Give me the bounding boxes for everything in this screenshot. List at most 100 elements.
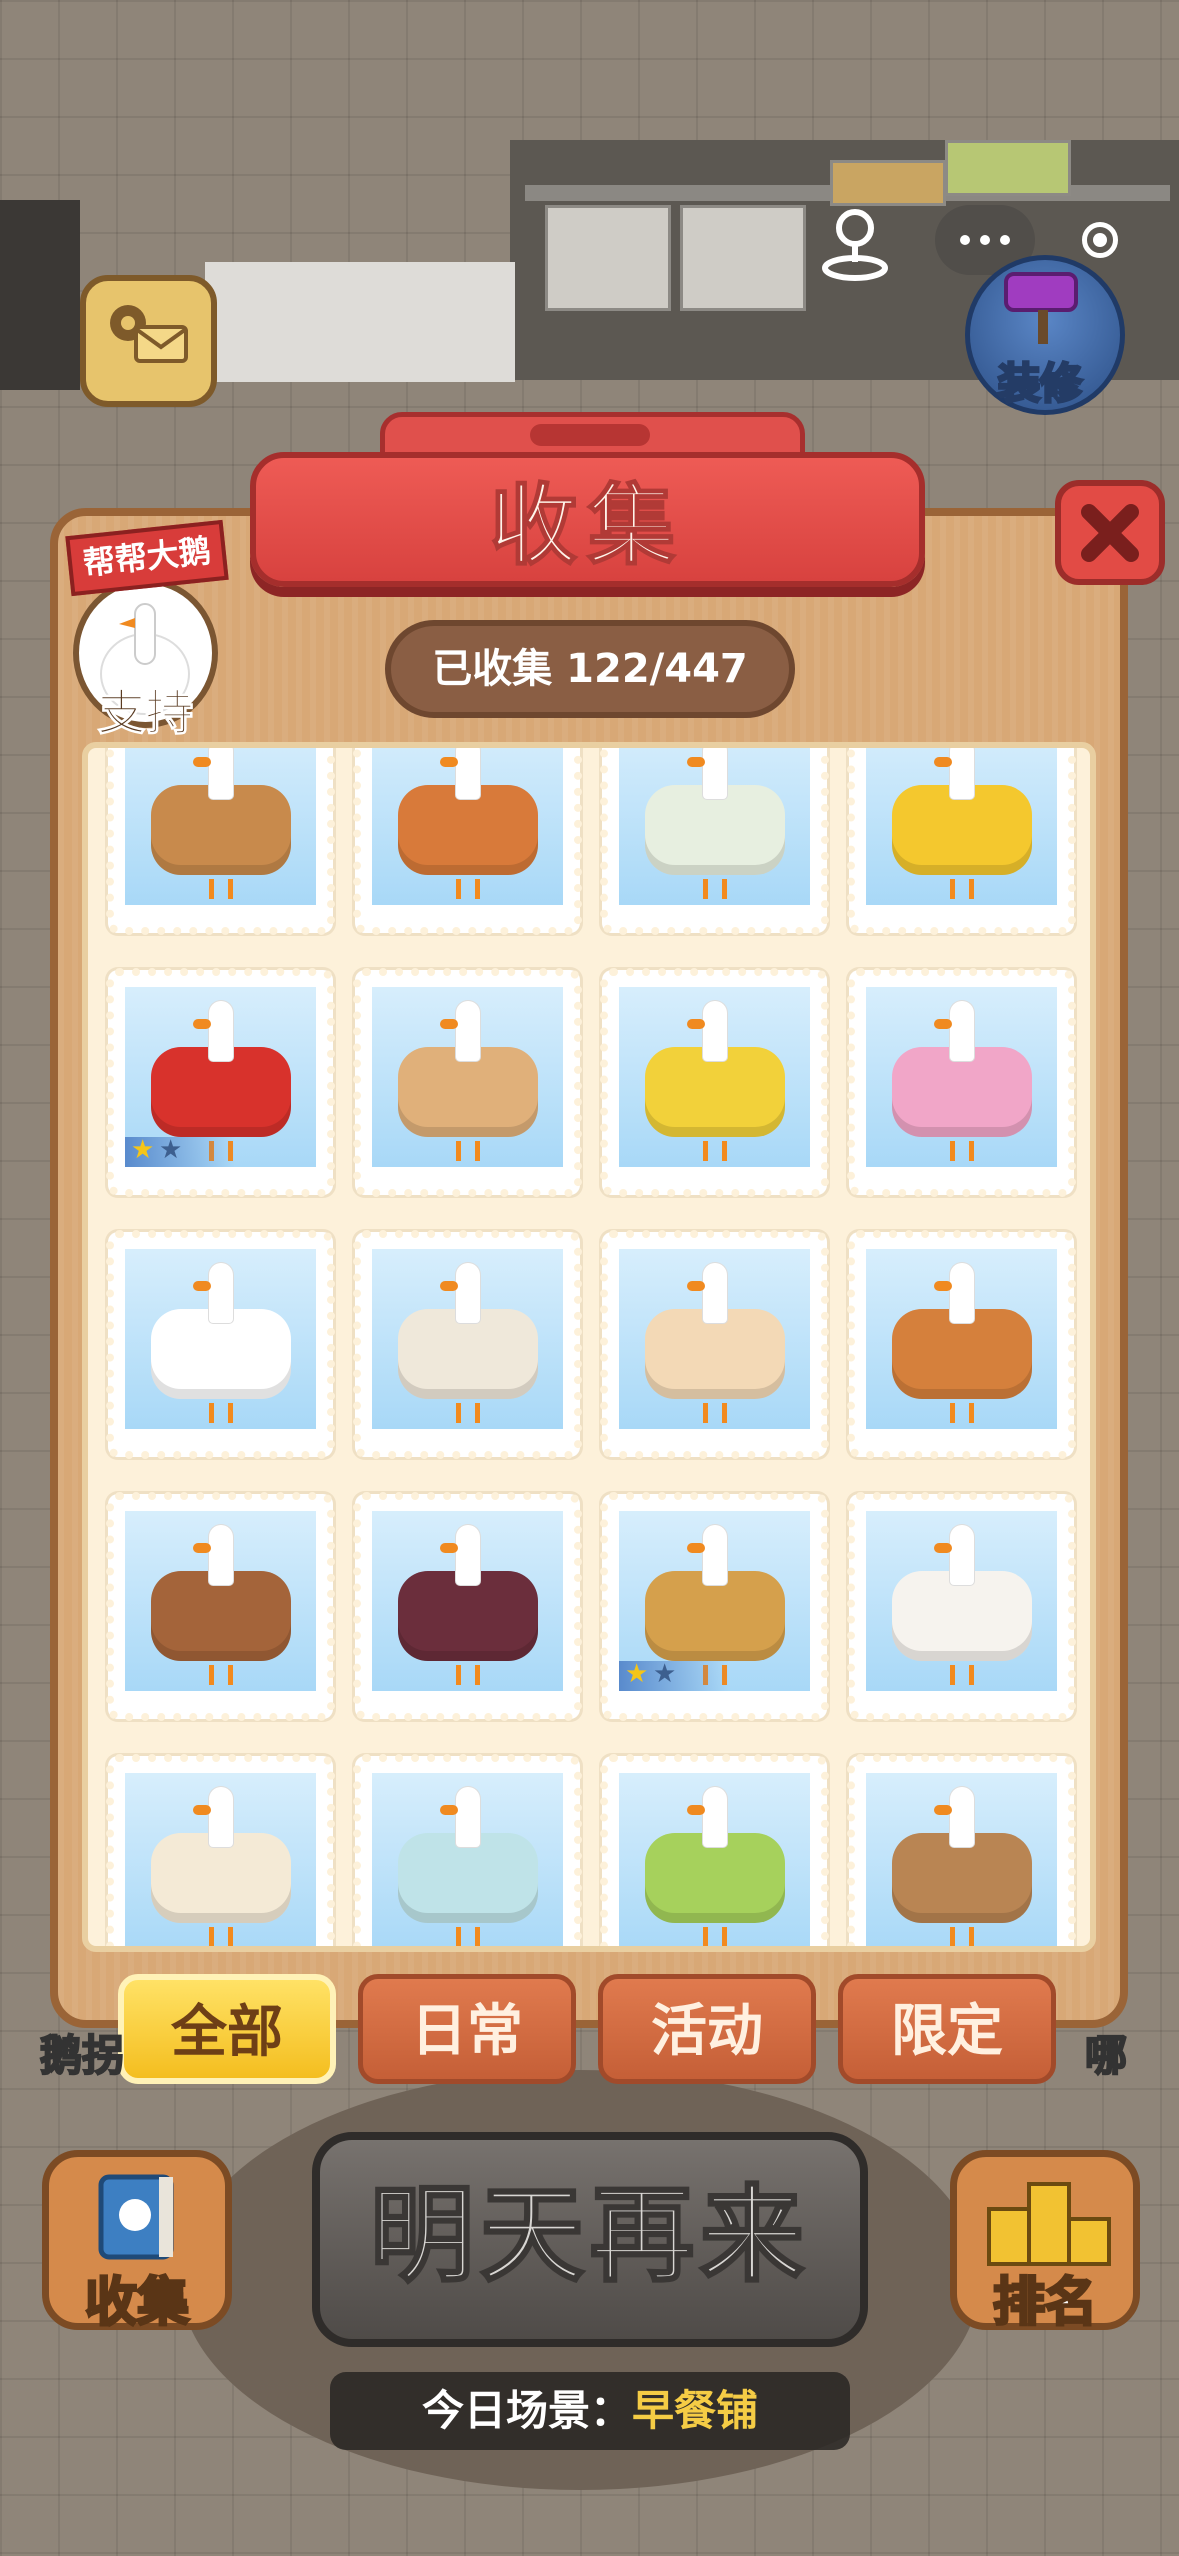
paint-roller-icon — [1004, 272, 1078, 344]
item-illustration — [372, 748, 563, 905]
collection-item-mustard-bottle-goose[interactable] — [600, 968, 829, 1197]
collection-item-award-mug-goose[interactable] — [847, 1492, 1076, 1721]
goose-legs — [208, 1665, 233, 1685]
panel-title: 收集 — [488, 473, 686, 578]
goose-beak — [439, 1281, 458, 1291]
mail-settings-button[interactable] — [80, 275, 217, 407]
goose-neck — [208, 1525, 233, 1585]
goose-beak — [686, 1281, 705, 1291]
item-illustration — [619, 987, 810, 1167]
goose-neck — [949, 1525, 974, 1585]
collection-item-clay-pot-goose[interactable] — [847, 1754, 1076, 1946]
goose-neck — [208, 1001, 233, 1061]
goose-neck — [208, 748, 233, 799]
goose-neck — [455, 1263, 480, 1323]
goose-beak — [933, 757, 952, 767]
star-filled-icon: ★ — [625, 1659, 649, 1689]
item-illustration — [866, 987, 1057, 1167]
today-scene-bar: 今日场景：早餐铺 — [330, 2372, 850, 2450]
collection-item-neon-goose[interactable] — [106, 1230, 335, 1459]
goose-beak — [192, 1543, 211, 1553]
goose-neck — [702, 748, 727, 799]
goose-legs — [949, 879, 974, 899]
collection-item-display-case-goose[interactable] — [353, 1754, 582, 1946]
goose-neck — [949, 1787, 974, 1847]
goose-neck — [949, 1001, 974, 1061]
goose-neck — [702, 1001, 727, 1061]
item-illustration — [372, 1511, 563, 1691]
collection-grid[interactable]: ★ ★ ★ ★ — [82, 742, 1096, 1952]
goose-legs — [949, 1665, 974, 1685]
item-illustration — [619, 1249, 810, 1429]
collection-item-hotpot-goose[interactable] — [353, 748, 582, 935]
goose-neck — [455, 1787, 480, 1847]
collection-item-suitcase-goose[interactable] — [353, 1230, 582, 1459]
collection-item-sunflower-goose[interactable] — [847, 748, 1076, 935]
goose-neck — [208, 1787, 233, 1847]
collection-item-mooncake-goose[interactable] — [106, 748, 335, 935]
rarity-stars: ★ ★ — [619, 1659, 729, 1691]
goose-legs — [949, 1141, 974, 1161]
goose-beak — [192, 1281, 211, 1291]
goose-legs — [455, 879, 480, 899]
tab-limited[interactable]: 限定 — [838, 1974, 1056, 2084]
collection-item-log-goose[interactable] — [106, 1492, 335, 1721]
goose-legs — [455, 1141, 480, 1161]
right-side-label[interactable]: 哪 — [1084, 2022, 1128, 2083]
tab-event[interactable]: 活动 — [598, 1974, 816, 2084]
star-empty-icon: ★ — [159, 1135, 183, 1165]
close-icon — [1081, 503, 1139, 562]
item-illustration — [866, 1773, 1057, 1946]
collection-item-passion-fruit-goose[interactable] — [353, 1492, 582, 1721]
collect-label: 收集 — [83, 2272, 190, 2335]
item-illustration — [619, 748, 810, 905]
close-button[interactable] — [1055, 480, 1165, 585]
joystick-icon[interactable] — [810, 200, 900, 290]
goose-legs — [949, 1403, 974, 1423]
goose-neck — [949, 1263, 974, 1323]
goose-beak — [686, 1019, 705, 1029]
collection-item-paint-bucket-goose[interactable] — [600, 748, 829, 935]
item-illustration — [619, 1773, 810, 1946]
support-goose-badge[interactable]: 帮帮大鹅 支持 — [65, 508, 229, 742]
collection-item-instant-noodle-goose[interactable]: ★ ★ — [106, 968, 335, 1197]
goose-beak — [439, 1805, 458, 1815]
goose-beak — [192, 1019, 211, 1029]
goose-neck — [455, 1001, 480, 1061]
collection-item-bread-toast-goose[interactable] — [353, 968, 582, 1197]
goose-legs — [949, 1927, 974, 1946]
goose-legs — [702, 1403, 727, 1423]
left-side-label[interactable]: 鹅拐 — [39, 2022, 125, 2083]
goose-legs — [208, 879, 233, 899]
goose-neck — [455, 1525, 480, 1585]
collection-item-pie-goose[interactable] — [847, 1230, 1076, 1459]
collection-item-gardener-goose[interactable] — [600, 1754, 829, 1946]
collection-item-trumpet-goose[interactable]: ★ ★ — [600, 1492, 829, 1721]
item-illustration — [125, 748, 316, 905]
item-illustration — [125, 1249, 316, 1429]
goose-legs — [702, 1927, 727, 1946]
goose-beak — [686, 757, 705, 767]
item-illustration — [866, 1249, 1057, 1429]
goose-beak — [439, 757, 458, 767]
serving-window — [205, 262, 515, 382]
goose-legs — [702, 879, 727, 899]
star-filled-icon: ★ — [131, 1135, 155, 1165]
today-scene-label: 今日场景： — [421, 2386, 632, 2435]
come-back-tomorrow-button[interactable]: 明天再来 — [312, 2132, 868, 2347]
goose-neck — [949, 748, 974, 799]
goose-legs — [208, 1927, 233, 1946]
goose-legs — [208, 1403, 233, 1423]
collection-item-cow-goose[interactable] — [600, 1230, 829, 1459]
book-icon — [98, 2174, 174, 2260]
item-illustration — [372, 1249, 563, 1429]
goose-beak — [933, 1281, 952, 1291]
collection-item-garlic-goose[interactable] — [106, 1754, 335, 1946]
goose-neck — [455, 748, 480, 799]
item-illustration — [866, 748, 1057, 905]
tab-all[interactable]: 全部 — [118, 1974, 336, 2084]
goose-legs — [455, 1927, 480, 1946]
tab-daily[interactable]: 日常 — [358, 1974, 576, 2084]
goose-beak — [686, 1805, 705, 1815]
collection-item-rose-goose[interactable] — [847, 968, 1076, 1197]
